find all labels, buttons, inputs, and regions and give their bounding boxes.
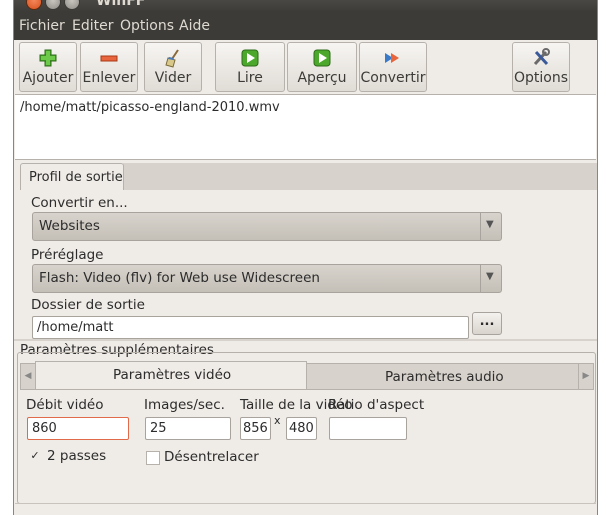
video-height-input[interactable]: 480 (286, 417, 317, 440)
convert-to-label: Convertir en... (31, 195, 128, 211)
remove-icon (100, 55, 118, 62)
size-separator: x (274, 414, 281, 427)
aspect-ratio-label: Ratio d'aspect (328, 397, 425, 413)
fps-value: 25 (150, 421, 167, 436)
preview-button[interactable]: Aperçu (287, 42, 357, 92)
chevron-left-icon: ◀ (24, 371, 32, 381)
video-width-input[interactable]: 856 (240, 417, 271, 440)
preset-select[interactable]: Flash: Video (flv) for Web use Widescree… (32, 264, 502, 293)
fps-label: Images/sec. (144, 397, 225, 413)
play-button-label: Lire (237, 70, 263, 86)
chevron-right-icon: ▶ (582, 371, 590, 381)
two-pass-checkbox[interactable]: ✓ (29, 450, 41, 462)
profile-tab-strip (123, 163, 597, 191)
bitrate-label: Débit vidéo (26, 397, 104, 413)
preset-dropdown-arrow[interactable]: ▼ (480, 265, 501, 292)
toolbar: Ajouter Enlever Vider Lire Aperçu Conver… (14, 40, 597, 94)
convert-to-value: Websites (39, 218, 100, 234)
play-icon (241, 49, 259, 67)
tab-video-settings-label: Paramètres vidéo (113, 367, 232, 383)
tools-icon (533, 48, 550, 66)
deinterlace-label: Désentrelacer (164, 449, 259, 465)
output-folder-input[interactable]: /home/matt (32, 316, 469, 339)
video-width-value: 856 (243, 421, 268, 436)
add-button-label: Ajouter (22, 70, 74, 86)
convert-button-label: Convertir (360, 70, 426, 86)
menu-bar: Fichier Editer Options Aide (14, 12, 597, 40)
tab-video-settings[interactable]: Paramètres vidéo (35, 361, 307, 390)
remove-button-label: Enlever (82, 70, 136, 86)
bitrate-value: 860 (32, 421, 57, 436)
menu-editer[interactable]: Editer (72, 18, 113, 34)
play-button[interactable]: Lire (215, 42, 285, 92)
options-button-label: Options (513, 70, 569, 86)
tab-output-profile-label: Profil de sortie (29, 170, 123, 185)
preset-value: Flash: Video (flv) for Web use Widescree… (39, 270, 320, 286)
fps-input[interactable]: 25 (145, 417, 231, 440)
maximize-window-button[interactable] (64, 0, 80, 10)
output-folder-value: /home/matt (37, 320, 114, 335)
tab-output-profile[interactable]: Profil de sortie (20, 163, 124, 191)
menu-options[interactable]: Options (120, 18, 174, 34)
window-title: WinFF (96, 0, 146, 9)
two-pass-label: 2 passes (47, 448, 107, 464)
options-button[interactable]: Options (512, 42, 570, 92)
convert-to-dropdown-arrow[interactable]: ▼ (480, 213, 501, 240)
convert-button[interactable]: Convertir (359, 42, 427, 92)
broom-icon (165, 49, 179, 68)
chevron-down-icon: ▼ (486, 271, 494, 282)
title-bar: WinFF (14, 0, 597, 12)
output-folder-label: Dossier de sortie (31, 297, 145, 313)
browse-folder-button[interactable]: ... (472, 312, 502, 335)
checkmark-icon: ✓ (30, 449, 40, 462)
menu-fichier[interactable]: Fichier (19, 18, 65, 34)
menu-aide[interactable]: Aide (179, 18, 210, 34)
tab-audio-settings-label: Paramètres audio (385, 369, 504, 385)
file-list[interactable]: /home/matt/picasso-england-2010.wmv (15, 94, 596, 160)
remove-button[interactable]: Enlever (80, 42, 138, 92)
preset-label: Préréglage (31, 247, 104, 263)
minimize-window-button[interactable] (45, 0, 61, 10)
bitrate-input[interactable]: 860 (27, 417, 129, 440)
add-icon (39, 49, 57, 67)
clear-button[interactable]: Vider (144, 42, 202, 92)
file-list-item[interactable]: /home/matt/picasso-england-2010.wmv (20, 100, 280, 115)
close-window-button[interactable] (26, 0, 42, 10)
status-strip (15, 503, 596, 515)
winff-window: WinFF Fichier Editer Options Aide Ajoute… (13, 0, 598, 515)
add-button[interactable]: Ajouter (19, 42, 77, 92)
clear-button-label: Vider (154, 70, 192, 86)
convert-icon (385, 53, 399, 63)
preview-button-label: Aperçu (297, 70, 347, 86)
convert-to-select[interactable]: Websites ▼ (32, 212, 502, 241)
separator (14, 339, 597, 341)
deinterlace-checkbox[interactable] (146, 451, 160, 465)
chevron-down-icon: ▼ (486, 219, 494, 230)
tab-scroll-left-button[interactable]: ◀ (20, 363, 36, 390)
aspect-ratio-input[interactable] (329, 417, 407, 440)
video-height-value: 480 (289, 421, 314, 436)
preview-icon (313, 49, 331, 67)
tab-audio-settings[interactable]: Paramètres audio (305, 363, 579, 390)
tab-scroll-right-button[interactable]: ▶ (578, 363, 594, 390)
